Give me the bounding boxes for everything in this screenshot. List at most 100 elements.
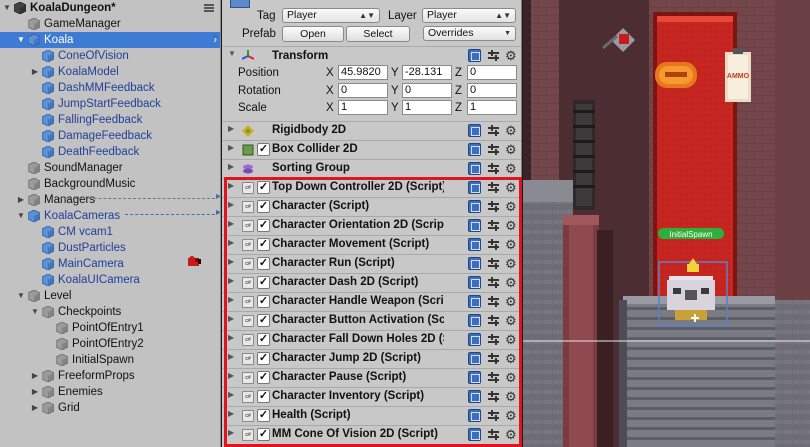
component-enabled-checkbox[interactable]: ✓ — [257, 428, 270, 441]
gear-icon[interactable]: ⚙ — [505, 161, 517, 176]
help-icon[interactable] — [468, 428, 481, 441]
hierarchy-item[interactable]: ▶ FreeformProps — [0, 368, 220, 384]
foldout-collapsed-icon[interactable]: ▶ — [228, 390, 234, 399]
preset-icon[interactable] — [488, 163, 499, 174]
component-header[interactable]: ▶ c# ✓ Character Inventory (Script) ⚙ — [222, 387, 521, 406]
hierarchy-item[interactable]: SoundManager — [0, 160, 220, 176]
gear-icon[interactable]: ⚙ — [505, 351, 517, 366]
help-icon[interactable] — [468, 200, 481, 213]
hierarchy-item[interactable]: JumpStartFeedback — [0, 96, 220, 112]
hierarchy-menu-icon[interactable] — [204, 4, 214, 12]
hierarchy-item[interactable]: ▼ Checkpoints — [0, 304, 220, 320]
position-y-field[interactable]: -28.131 — [402, 65, 452, 80]
help-icon[interactable] — [468, 49, 481, 62]
gear-icon[interactable]: ⚙ — [505, 427, 517, 442]
help-icon[interactable] — [468, 409, 481, 422]
component-enabled-checkbox[interactable]: ✓ — [257, 314, 270, 327]
component-header[interactable]: ▶ c# ✓ Character Pause (Script) ⚙ — [222, 368, 521, 387]
hierarchy-item[interactable]: DashMMFeedback — [0, 80, 220, 96]
help-icon[interactable] — [468, 333, 481, 346]
preset-icon[interactable] — [488, 125, 499, 136]
help-icon[interactable] — [468, 238, 481, 251]
preset-icon[interactable] — [488, 315, 499, 326]
foldout-collapsed-icon[interactable]: ▶ — [228, 276, 234, 285]
component-enabled-checkbox[interactable]: ✓ — [257, 238, 270, 251]
preset-icon[interactable] — [488, 391, 499, 402]
prefab-select-button[interactable]: Select — [346, 26, 410, 42]
scale-x-field[interactable]: 1 — [338, 100, 388, 115]
gear-icon[interactable]: ⚙ — [505, 256, 517, 271]
help-icon[interactable] — [468, 181, 481, 194]
gear-icon[interactable]: ⚙ — [505, 48, 517, 63]
expanded-arrow-icon[interactable]: ▼ — [16, 208, 26, 224]
preset-icon[interactable] — [488, 334, 499, 345]
collapsed-arrow-icon[interactable]: ▶ — [30, 384, 40, 400]
foldout-collapsed-icon[interactable]: ▶ — [228, 143, 234, 152]
foldout-collapsed-icon[interactable]: ▶ — [228, 371, 234, 380]
component-enabled-checkbox[interactable]: ✓ — [257, 143, 270, 156]
tag-dropdown[interactable]: Player ▲▼ — [282, 8, 380, 23]
preset-icon[interactable] — [488, 50, 499, 61]
component-enabled-checkbox[interactable]: ✓ — [257, 219, 270, 232]
preset-icon[interactable] — [488, 296, 499, 307]
gear-icon[interactable]: ⚙ — [505, 408, 517, 423]
transform-component-header[interactable]: ▼ Transform ⚙ — [222, 46, 521, 66]
help-icon[interactable] — [468, 162, 481, 175]
help-icon[interactable] — [468, 257, 481, 270]
gear-icon[interactable]: ⚙ — [505, 180, 517, 195]
preset-icon[interactable] — [488, 144, 499, 155]
component-header[interactable]: ▶ c# ✓ Top Down Controller 2D (Script) ⚙ — [222, 178, 521, 197]
foldout-collapsed-icon[interactable]: ▶ — [228, 124, 234, 133]
foldout-collapsed-icon[interactable]: ▶ — [228, 314, 234, 323]
gear-icon[interactable]: ⚙ — [505, 142, 517, 157]
preset-icon[interactable] — [488, 258, 499, 269]
foldout-collapsed-icon[interactable]: ▶ — [228, 428, 234, 437]
expanded-arrow-icon[interactable]: ▼ — [2, 0, 12, 16]
component-enabled-checkbox[interactable]: ✓ — [257, 200, 270, 213]
hierarchy-item[interactable]: CM vcam1 — [0, 224, 220, 240]
foldout-collapsed-icon[interactable]: ▶ — [228, 238, 234, 247]
component-header[interactable]: ▶ c# ✓ Character Jump 2D (Script) ⚙ — [222, 349, 521, 368]
foldout-collapsed-icon[interactable]: ▶ — [228, 181, 234, 190]
gear-icon[interactable]: ⚙ — [505, 389, 517, 404]
scene-row[interactable]: ▼ KoalaDungeon* — [0, 0, 220, 16]
component-header[interactable]: ▶ Rigidbody 2D ⚙ — [222, 121, 521, 140]
position-x-field[interactable]: 45.9820 — [338, 65, 388, 80]
component-header[interactable]: ▶ c# ✓ Character Run (Script) ⚙ — [222, 254, 521, 273]
preset-icon[interactable] — [488, 201, 499, 212]
hierarchy-item[interactable]: ▼ Level — [0, 288, 220, 304]
foldout-collapsed-icon[interactable]: ▶ — [228, 162, 234, 171]
rotation-x-field[interactable]: 0 — [338, 83, 388, 98]
scale-z-field[interactable]: 1 — [467, 100, 517, 115]
hierarchy-item[interactable]: ConeOfVision — [0, 48, 220, 64]
hierarchy-item[interactable]: InitialSpawn — [0, 352, 220, 368]
help-icon[interactable] — [468, 124, 481, 137]
gear-icon[interactable]: ⚙ — [505, 294, 517, 309]
foldout-collapsed-icon[interactable]: ▶ — [228, 409, 234, 418]
hierarchy-item[interactable]: ▶ Managers — [0, 192, 220, 208]
preset-icon[interactable] — [488, 239, 499, 250]
collapsed-arrow-icon[interactable]: ▶ — [16, 192, 26, 208]
help-icon[interactable] — [468, 371, 481, 384]
foldout-collapsed-icon[interactable]: ▶ — [228, 352, 234, 361]
collapsed-arrow-icon[interactable]: ▶ — [30, 400, 40, 416]
prefab-open-button[interactable]: Open — [282, 26, 344, 42]
foldout-expanded-icon[interactable]: ▼ — [228, 49, 236, 58]
gear-icon[interactable]: ⚙ — [505, 275, 517, 290]
hierarchy-item[interactable]: ▶ KoalaModel — [0, 64, 220, 80]
hierarchy-item[interactable]: KoalaUICamera — [0, 272, 220, 288]
component-enabled-checkbox[interactable]: ✓ — [257, 409, 270, 422]
prefab-overrides-dropdown[interactable]: Overrides ▼ — [423, 26, 516, 41]
component-header[interactable]: ▶ c# ✓ Character Orientation 2D (Script) ⚙ — [222, 216, 521, 235]
collapsed-arrow-icon[interactable]: ▶ — [30, 64, 40, 80]
hierarchy-item[interactable]: DamageFeedback — [0, 128, 220, 144]
preset-icon[interactable] — [488, 277, 499, 288]
help-icon[interactable] — [468, 276, 481, 289]
hierarchy-item[interactable]: ▶ Enemies — [0, 384, 220, 400]
help-icon[interactable] — [468, 390, 481, 403]
gear-icon[interactable]: ⚙ — [505, 332, 517, 347]
component-enabled-checkbox[interactable]: ✓ — [257, 276, 270, 289]
hierarchy-item[interactable]: ▶ Grid — [0, 400, 220, 416]
component-header[interactable]: ▶ c#✓Character Button Activation (Script)… — [222, 311, 521, 330]
position-z-field[interactable]: 0 — [467, 65, 517, 80]
